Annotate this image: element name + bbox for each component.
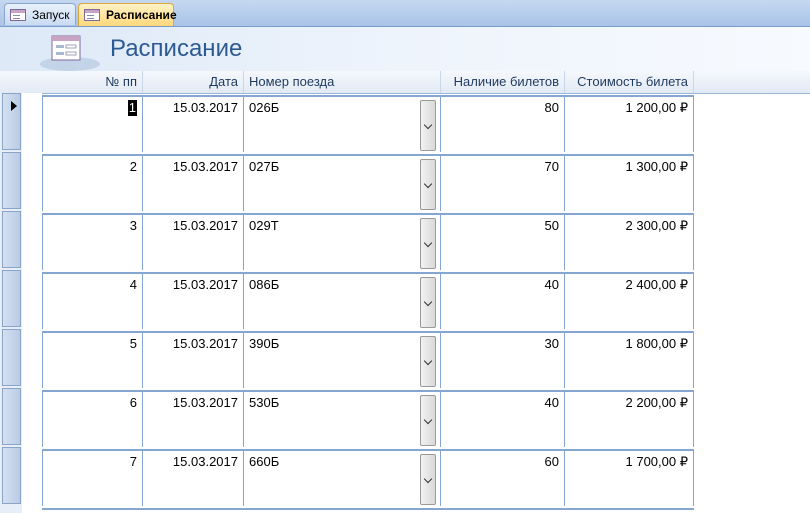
cell-date[interactable]: 15.03.2017 [143, 274, 244, 329]
record-selector-column [0, 93, 22, 513]
cell-cost[interactable]: 1 800,00 ₽ [565, 333, 694, 388]
cell-availability[interactable]: 60 [441, 451, 565, 506]
cell-num[interactable]: 5 [42, 333, 143, 388]
cell-cost[interactable]: 1 200,00 ₽ [565, 97, 694, 152]
column-header-num[interactable]: № пп [42, 71, 143, 93]
column-header-train[interactable]: Номер поезда [244, 71, 441, 93]
cell-availability[interactable]: 50 [441, 215, 565, 270]
chevron-down-icon[interactable] [420, 336, 436, 387]
table-row: 2 15.03.2017 027Б 70 1 300,00 ₽ [42, 154, 694, 211]
cell-num[interactable]: 2 [42, 156, 143, 211]
cell-train-value: 660Б [249, 454, 280, 469]
tab-raspisanie[interactable]: Расписание [78, 3, 177, 26]
cell-num[interactable]: 7 [42, 451, 143, 506]
cell-train[interactable]: 027Б [244, 156, 441, 211]
cell-cost[interactable]: 1 300,00 ₽ [565, 156, 694, 211]
table-row: 5 15.03.2017 390Б 30 1 800,00 ₽ [42, 331, 694, 388]
cell-availability[interactable]: 40 [441, 274, 565, 329]
cell-availability[interactable]: 40 [441, 392, 565, 447]
cell-train-value: 029Т [249, 218, 279, 233]
cell-num[interactable]: 6 [42, 392, 143, 447]
cell-date[interactable]: 15.03.2017 [143, 156, 244, 211]
document-tab-strip: Запуск Расписание [0, 0, 810, 27]
cell-availability[interactable]: 70 [441, 156, 565, 211]
cell-num[interactable]: 3 [42, 215, 143, 270]
column-header-availability[interactable]: Наличие билетов [441, 71, 565, 93]
cell-availability[interactable]: 30 [441, 333, 565, 388]
form-icon [10, 8, 26, 21]
cell-train-value: 027Б [249, 159, 280, 174]
cell-cost[interactable]: 2 200,00 ₽ [565, 392, 694, 447]
cell-date[interactable]: 15.03.2017 [143, 392, 244, 447]
column-header-row: № пп Дата Номер поезда Наличие билетов С… [0, 71, 810, 94]
cell-num[interactable]: 4 [42, 274, 143, 329]
tab-label: Запуск [32, 7, 70, 22]
cell-date[interactable]: 15.03.2017 [143, 215, 244, 270]
table-row: 7 15.03.2017 660Б 60 1 700,00 ₽ [42, 449, 694, 506]
form-icon [40, 35, 100, 71]
record-selector[interactable] [2, 211, 21, 268]
tab-zapusk[interactable]: Запуск [4, 3, 76, 25]
table-row: 3 15.03.2017 029Т 50 2 300,00 ₽ [42, 213, 694, 270]
chevron-down-icon[interactable] [420, 454, 436, 505]
cell-train[interactable]: 026Б [244, 97, 441, 152]
cell-train-value: 086Б [249, 277, 280, 292]
tab-label: Расписание [106, 8, 177, 22]
record-selector[interactable] [2, 152, 21, 209]
cell-date[interactable]: 15.03.2017 [143, 333, 244, 388]
record-selector[interactable] [2, 270, 21, 327]
cell-cost[interactable]: 2 400,00 ₽ [565, 274, 694, 329]
cell-train-value: 530Б [249, 395, 280, 410]
chevron-down-icon[interactable] [420, 277, 436, 328]
cell-train[interactable]: 086Б [244, 274, 441, 329]
form-title: Расписание [110, 35, 243, 62]
column-header-cost[interactable]: Стоимость билета [565, 71, 694, 93]
cell-date[interactable]: 15.03.2017 [143, 97, 244, 152]
chevron-down-icon[interactable] [420, 218, 436, 269]
form-icon [84, 9, 100, 21]
record-selector[interactable] [2, 93, 21, 150]
cell-cost[interactable]: 1 700,00 ₽ [565, 451, 694, 506]
cell-train[interactable]: 029Т [244, 215, 441, 270]
chevron-down-icon[interactable] [420, 159, 436, 210]
record-selector[interactable] [2, 447, 21, 504]
chevron-down-icon[interactable] [420, 100, 436, 151]
chevron-down-icon[interactable] [420, 395, 436, 446]
cell-train-value: 390Б [249, 336, 280, 351]
table-row-partial [42, 508, 694, 513]
grid-margin [22, 93, 42, 513]
cell-train[interactable]: 530Б [244, 392, 441, 447]
cell-cost[interactable]: 2 300,00 ₽ [565, 215, 694, 270]
record-selector[interactable] [2, 329, 21, 386]
table-row: 1 15.03.2017 026Б 80 1 200,00 ₽ [42, 95, 694, 152]
cell-train-value: 026Б [249, 100, 280, 115]
cell-availability[interactable]: 80 [441, 97, 565, 152]
cell-num[interactable]: 1 [42, 97, 143, 152]
cell-train[interactable]: 390Б [244, 333, 441, 388]
cell-date[interactable]: 15.03.2017 [143, 451, 244, 506]
cell-num-value: 1 [127, 100, 137, 116]
column-header-date[interactable]: Дата [143, 71, 244, 93]
form-header: Расписание [0, 27, 810, 71]
record-selector[interactable] [2, 388, 21, 445]
table-row: 4 15.03.2017 086Б 40 2 400,00 ₽ [42, 272, 694, 329]
current-record-arrow-icon [11, 101, 17, 111]
table-row: 6 15.03.2017 530Б 40 2 200,00 ₽ [42, 390, 694, 447]
cell-train[interactable]: 660Б [244, 451, 441, 506]
